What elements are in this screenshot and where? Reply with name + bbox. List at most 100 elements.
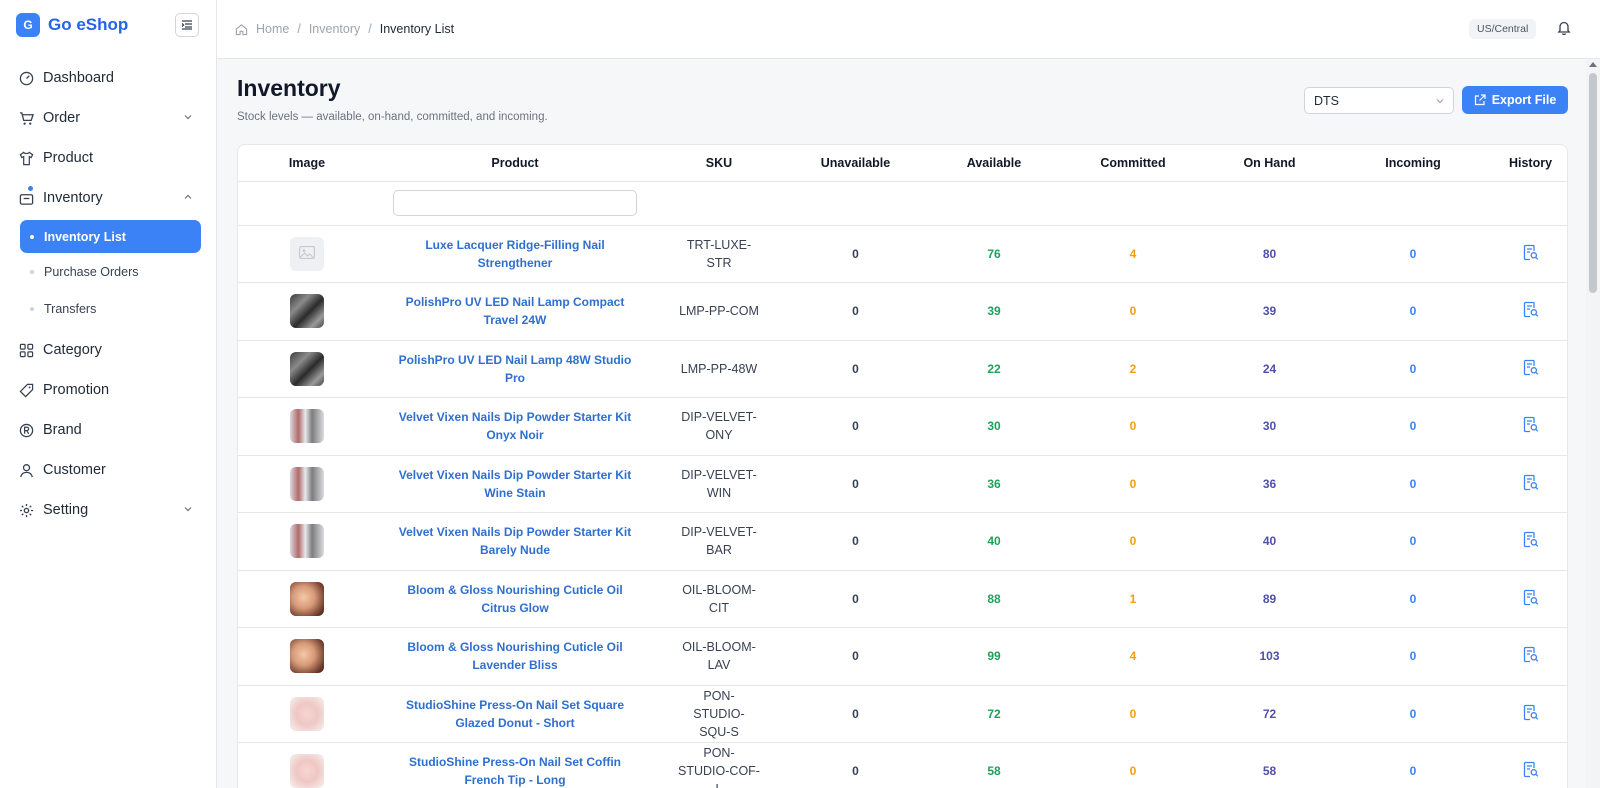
product-link[interactable]: Velvet Vixen Nails Dip Powder Starter Ki…: [376, 408, 654, 444]
sidebar-item-inventory[interactable]: Inventory: [0, 178, 217, 218]
scroll-up-arrow-icon[interactable]: [1589, 62, 1597, 67]
column-header-sku[interactable]: SKU: [654, 145, 784, 182]
column-header-committed[interactable]: Committed: [1061, 145, 1205, 182]
on-hand-cell: 39: [1205, 282, 1334, 341]
notification-bell-icon[interactable]: [1557, 20, 1571, 40]
table-row: Velvet Vixen Nails Dip Powder Starter Ki…: [238, 455, 1567, 513]
home-icon[interactable]: [235, 23, 248, 36]
product-link[interactable]: StudioShine Press-On Nail Set Square Gla…: [376, 696, 654, 732]
product-thumbnail[interactable]: [290, 409, 324, 444]
product-link[interactable]: PolishPro UV LED Nail Lamp Compact Trave…: [376, 293, 654, 329]
available-value: 58: [987, 764, 1001, 779]
sidebar-item-setting[interactable]: Setting: [0, 490, 217, 530]
scrollbar-thumb[interactable]: [1589, 73, 1597, 293]
image-cell: [238, 627, 376, 686]
cart-icon: [18, 110, 34, 126]
product-thumbnail[interactable]: [290, 294, 324, 329]
breadcrumb-inventory[interactable]: Inventory: [309, 22, 360, 36]
column-header-incoming[interactable]: Incoming: [1334, 145, 1492, 182]
sidebar-item-order[interactable]: Order: [0, 98, 217, 138]
on-hand-cell: 89: [1205, 570, 1334, 628]
breadcrumb-current: Inventory List: [379, 22, 455, 36]
page-title: Inventory: [237, 75, 341, 101]
product-link[interactable]: Bloom & Gloss Nourishing Cuticle Oil Lav…: [376, 638, 654, 674]
history-cell: [1492, 340, 1567, 398]
bullet-icon: [30, 307, 34, 311]
available-cell: 36: [927, 455, 1061, 513]
breadcrumb-separator: /: [297, 22, 301, 36]
product-filter-input[interactable]: [393, 190, 637, 216]
incoming-value: 0: [1409, 476, 1417, 491]
sku-value: TRT-LUXE-STR: [686, 237, 752, 270]
committed-cell: 0: [1061, 685, 1205, 743]
sidebar-item-transfers[interactable]: Transfers: [20, 291, 201, 327]
inventory-table: Image Product SKU Unavailable Available …: [238, 145, 1567, 788]
notification-dot: [28, 186, 33, 191]
product-thumbnail[interactable]: [290, 351, 324, 386]
product-link[interactable]: Velvet Vixen Nails Dip Powder Starter Ki…: [376, 523, 654, 559]
menu-collapse-icon: [181, 20, 192, 30]
incoming-value: 0: [1409, 419, 1417, 434]
sidebar-item-customer[interactable]: Customer: [0, 450, 217, 490]
history-search-icon[interactable]: [1523, 474, 1539, 491]
product-link[interactable]: StudioShine Press-On Nail Set Coffin Fre…: [376, 753, 654, 788]
history-search-icon[interactable]: [1523, 531, 1539, 548]
history-search-icon[interactable]: [1523, 416, 1539, 433]
product-thumbnail[interactable]: [290, 696, 324, 731]
sidebar-subitem-label: Inventory List: [44, 229, 126, 244]
column-header-history[interactable]: History: [1492, 145, 1567, 182]
product-cell: Velvet Vixen Nails Dip Powder Starter Ki…: [376, 455, 654, 513]
history-search-icon[interactable]: [1523, 761, 1539, 778]
export-file-button[interactable]: Export File: [1462, 86, 1568, 114]
sidebar-item-dashboard[interactable]: Dashboard: [0, 58, 217, 98]
sidebar-item-label: Inventory: [43, 190, 103, 206]
product-cell: Velvet Vixen Nails Dip Powder Starter Ki…: [376, 397, 654, 456]
incoming-cell: 0: [1334, 455, 1492, 513]
sidebar-collapse-button[interactable]: [175, 13, 199, 37]
history-search-icon[interactable]: [1523, 646, 1539, 663]
product-link[interactable]: Luxe Lacquer Ridge-Filling Nail Strength…: [376, 236, 654, 272]
available-cell: 58: [927, 742, 1061, 788]
available-value: 36: [987, 476, 1001, 491]
product-link[interactable]: Bloom & Gloss Nourishing Cuticle Oil Cit…: [376, 581, 654, 617]
column-header-unavailable[interactable]: Unavailable: [784, 145, 927, 182]
history-search-icon[interactable]: [1523, 359, 1539, 376]
sidebar-item-category[interactable]: Category: [0, 330, 217, 370]
product-thumbnail[interactable]: [290, 639, 324, 674]
product-thumbnail[interactable]: [290, 581, 324, 616]
product-thumbnail[interactable]: [290, 236, 324, 271]
history-search-icon[interactable]: [1523, 704, 1539, 721]
history-search-icon[interactable]: [1523, 589, 1539, 606]
committed-cell: 0: [1061, 455, 1205, 513]
column-header-on-hand[interactable]: On Hand: [1205, 145, 1334, 182]
page-scrollbar[interactable]: [1586, 59, 1600, 788]
product-thumbnail[interactable]: [290, 754, 324, 788]
table-row: Luxe Lacquer Ridge-Filling Nail Strength…: [238, 225, 1567, 283]
history-search-icon[interactable]: [1523, 244, 1539, 261]
sku-value: OIL-BLOOM-LAV: [682, 640, 756, 673]
location-select-value: DTS: [1314, 94, 1339, 108]
sidebar-item-promotion[interactable]: Promotion: [0, 370, 217, 410]
column-header-available[interactable]: Available: [927, 145, 1061, 182]
timezone-badge[interactable]: US/Central: [1469, 19, 1537, 39]
image-cell: [238, 455, 376, 513]
breadcrumb-home[interactable]: Home: [256, 22, 289, 36]
product-link[interactable]: Velvet Vixen Nails Dip Powder Starter Ki…: [376, 466, 654, 502]
sidebar-item-product[interactable]: Product: [0, 138, 217, 178]
brand[interactable]: G Go eShop: [16, 13, 128, 37]
location-select[interactable]: DTS: [1304, 87, 1454, 114]
history-search-icon[interactable]: [1523, 301, 1539, 318]
image-cell: [238, 570, 376, 628]
product-thumbnail[interactable]: [290, 524, 324, 559]
column-header-image[interactable]: Image: [238, 145, 376, 182]
committed-value: 1: [1129, 591, 1137, 606]
available-value: 72: [987, 706, 1001, 721]
sidebar-item-purchase-orders[interactable]: Purchase Orders: [20, 254, 201, 290]
column-header-product[interactable]: Product: [376, 145, 654, 182]
committed-value: 0: [1129, 534, 1137, 549]
product-link[interactable]: PolishPro UV LED Nail Lamp 48W Studio Pr…: [376, 351, 654, 387]
sidebar-item-label: Order: [43, 110, 81, 126]
product-thumbnail[interactable]: [290, 466, 324, 501]
sidebar-item-brand[interactable]: Brand: [0, 410, 217, 450]
sidebar-item-inventory-list[interactable]: Inventory List: [20, 220, 201, 253]
